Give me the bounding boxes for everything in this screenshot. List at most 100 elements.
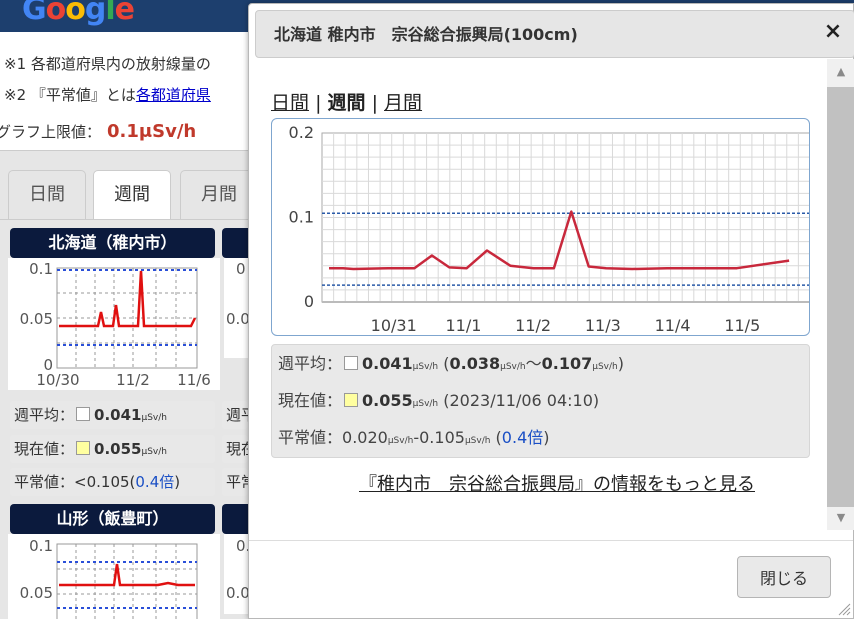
google-logo: Google xyxy=(22,0,135,27)
stats-weekly-avg: 週平均： 0.041μSv/h (0.038μSv/h〜0.107μSv/h) xyxy=(278,349,803,386)
period-separator: | xyxy=(371,92,378,114)
y-tick-label: 0.1 xyxy=(289,208,314,227)
unit: μSv/h xyxy=(412,362,439,372)
unit: μSv/h xyxy=(141,413,167,423)
weekly-avg-value: 0.041 xyxy=(94,406,142,424)
period-daily-link[interactable]: 日間 xyxy=(271,92,309,114)
range-close: ) xyxy=(617,354,624,373)
upper-limit-label: グラフ上限値： xyxy=(0,123,102,141)
bg-tab-weekly[interactable]: 週間 xyxy=(93,170,171,220)
mini-chart-next-cut: 0 0.0 xyxy=(224,258,248,358)
weekly-avg-label: 週平均： xyxy=(14,406,75,424)
weekly-avg-swatch xyxy=(76,407,91,421)
scroll-thumb[interactable] xyxy=(827,87,854,507)
normal-ratio: 0.4倍 xyxy=(135,473,175,491)
bg-tab-monthly[interactable]: 月間 xyxy=(180,170,258,220)
weekly-chart-svg: 0 0.1 0.2 10/31 11/1 11/2 11/3 11/4 11/5 xyxy=(289,123,809,335)
y-tick-label: 0 xyxy=(304,292,314,311)
scroll-down-icon[interactable]: ▼ xyxy=(827,507,854,529)
more-info-link[interactable]: 『稚内市 宗谷総合振興局』の情報をもっと見る xyxy=(359,470,755,496)
normal-close: ) xyxy=(174,473,181,491)
mini-chart-yamagata[interactable]: 0.1 0.05 xyxy=(8,534,220,619)
close-icon[interactable]: × xyxy=(817,16,849,48)
period-separator: | xyxy=(315,92,322,114)
bg-tab-divider xyxy=(0,219,250,220)
weekly-avg-value: 0.041 xyxy=(362,354,413,373)
x-tick-label: 11/2 xyxy=(515,316,551,335)
weekly-max-value: 0.107 xyxy=(541,354,593,373)
normal-ratio: 0.4倍 xyxy=(501,428,544,447)
y-tick-label: 0.2 xyxy=(289,123,314,142)
scroll-up-icon[interactable]: ▲ xyxy=(827,61,854,83)
cut-y-tick: 0 xyxy=(236,260,246,278)
normal-label: 平常値： xyxy=(14,473,75,491)
period-switcher: 日間 | 週間 | 月間 xyxy=(271,88,422,115)
mini-x-tick: 11/6 xyxy=(177,371,211,389)
range-sep: 〜 xyxy=(525,354,542,373)
current-swatch xyxy=(344,393,359,407)
weekly-min-value: 0.038 xyxy=(449,354,501,373)
x-tick-label: 11/5 xyxy=(724,316,760,335)
mini-x-tick: 11/2 xyxy=(116,371,150,389)
modal-header[interactable]: 北海道 稚内市 宗谷総合振興局(100cm) xyxy=(255,10,854,58)
resize-grip-icon[interactable] xyxy=(837,602,851,616)
detail-modal: 北海道 稚内市 宗谷総合振興局(100cm) × ▲ ▼ 日間 | 週間 | 月… xyxy=(248,3,854,619)
unit: μSv/h xyxy=(500,362,526,372)
card-next-stat: 週平 xyxy=(222,401,248,429)
mini-chart-next-cut-2: 0. 0.0 xyxy=(224,534,248,614)
period-monthly-link[interactable]: 月間 xyxy=(384,92,422,114)
unit: μSv/h xyxy=(141,447,167,457)
mini-y-tick: 0.05 xyxy=(20,310,53,328)
card-next-stat: 平常 xyxy=(222,468,248,496)
unit: μSv/h xyxy=(592,362,618,372)
modal-footer-divider xyxy=(249,540,853,541)
weekly-chart: 0 0.1 0.2 10/31 11/1 11/2 11/3 11/4 11/5 xyxy=(271,118,810,336)
card-title-yamagata[interactable]: 山形（飯豊町） xyxy=(10,504,215,534)
note-2-prefix: ※2 『平常値』とは xyxy=(4,86,136,104)
cut-y-tick: 0.0 xyxy=(226,584,248,602)
unit: μSv/h xyxy=(412,399,439,409)
normal-label: 平常値： xyxy=(278,428,343,447)
graph-upper-limit: グラフ上限値： 0.1μSv/h xyxy=(0,121,196,142)
current-label: 現在値： xyxy=(278,391,343,410)
upper-limit-value: 0.1μSv/h xyxy=(107,121,197,142)
close-button[interactable]: 閉じる xyxy=(737,556,831,598)
x-tick-label: 11/1 xyxy=(445,316,481,335)
cut-y-tick: 0.0 xyxy=(226,310,248,328)
modal-title: 北海道 稚内市 宗谷総合振興局(100cm) xyxy=(274,25,578,44)
card-current: 現在値： 0.055μSv/h xyxy=(10,435,215,463)
stats-current: 現在値： 0.055μSv/h (2023/11/06 04:10) xyxy=(278,386,803,423)
note-1: ※1 各都道府県内の放射線量の xyxy=(4,55,211,73)
weekly-avg-label: 週平均： xyxy=(278,354,343,373)
mini-y-tick: 0.1 xyxy=(29,260,53,278)
note-2: ※2 『平常値』とは各都道府県 xyxy=(4,84,211,105)
stats-panel: 週平均： 0.041μSv/h (0.038μSv/h〜0.107μSv/h) 現… xyxy=(271,344,810,458)
current-value: 0.055 xyxy=(94,440,142,458)
card-weekly-avg: 週平均： 0.041μSv/h xyxy=(10,401,215,429)
note-2-link[interactable]: 各都道府県 xyxy=(136,86,211,104)
mini-chart-hokkaido[interactable]: 0.1 0.05 0 10/30 11/2 11/6 xyxy=(8,258,220,390)
x-tick-label: 10/31 xyxy=(371,316,417,335)
card-title-hokkaido[interactable]: 北海道（稚内市） xyxy=(10,228,215,258)
card-next-stat: 現在 xyxy=(222,435,248,463)
weekly-avg-swatch xyxy=(344,356,359,370)
unit: μSv/h xyxy=(464,436,491,446)
unit: μSv/h xyxy=(387,436,414,446)
mini-x-tick: 10/30 xyxy=(36,371,79,389)
x-tick-label: 11/4 xyxy=(655,316,691,335)
normal-value: <0.105( xyxy=(74,473,136,491)
current-label: 現在値： xyxy=(14,440,75,458)
cut-y-tick: 0. xyxy=(236,537,248,555)
modal-scrollbar[interactable]: ▲ ▼ xyxy=(827,59,854,530)
current-value: 0.055 xyxy=(362,391,413,410)
period-weekly-current: 週間 xyxy=(327,92,366,114)
bg-tab-daily[interactable]: 日間 xyxy=(8,170,86,220)
normal-max-value: 0.105 xyxy=(419,428,465,447)
card-normal: 平常値：<0.105(0.4倍) xyxy=(10,468,215,496)
normal-min-value: 0.020 xyxy=(342,428,388,447)
current-swatch xyxy=(76,441,91,455)
ratio-close: ) xyxy=(543,428,550,447)
x-tick-label: 11/3 xyxy=(585,316,621,335)
mini-y-tick: 0.1 xyxy=(29,537,53,555)
mini-y-tick: 0.05 xyxy=(20,584,53,602)
